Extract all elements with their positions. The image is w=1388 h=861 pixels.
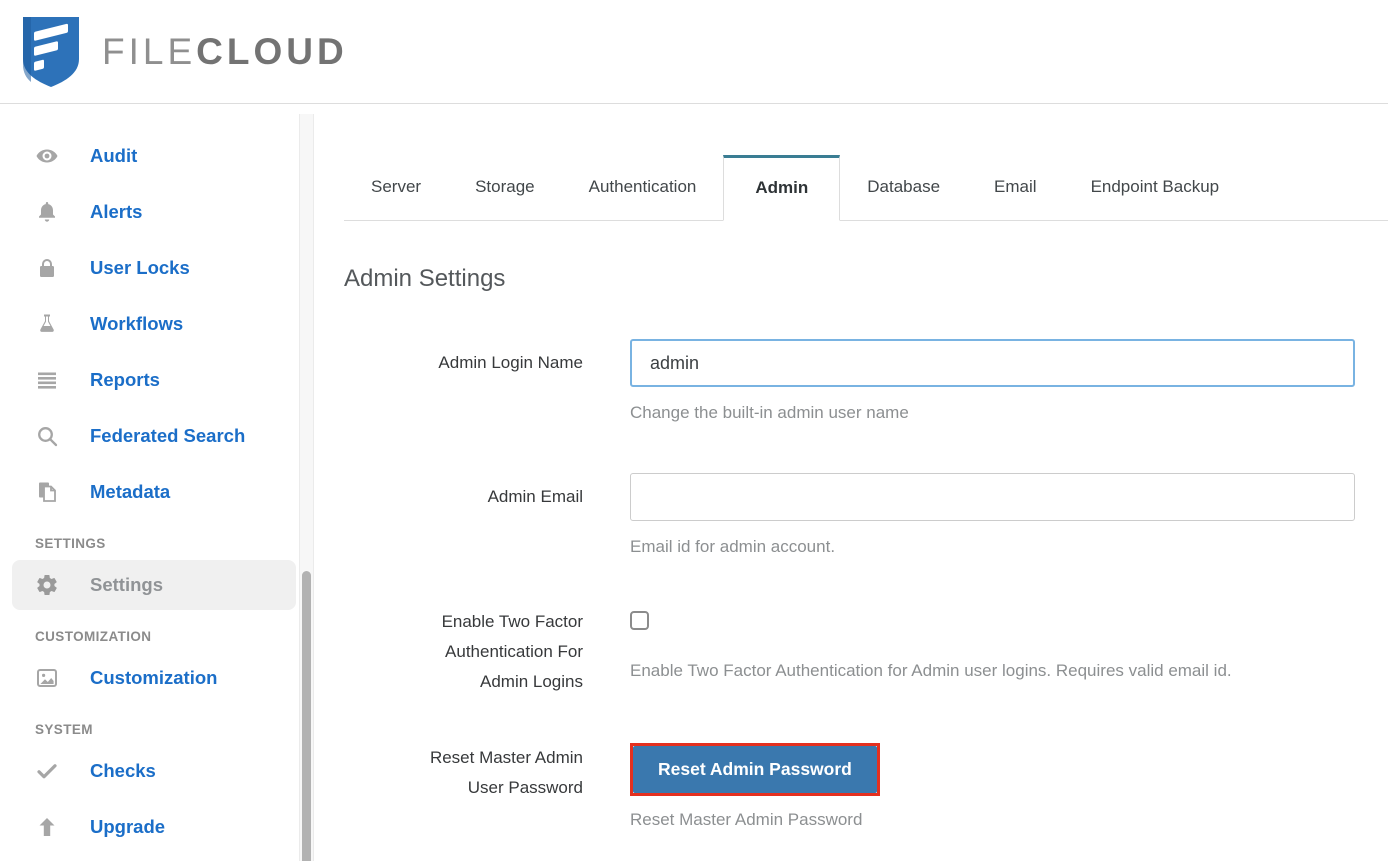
reset-password-label: Reset Master Admin User Password xyxy=(429,748,583,797)
sidebar-item-metadata[interactable]: Metadata xyxy=(0,464,320,520)
filecloud-logo: FILE CLOUD xyxy=(20,14,348,90)
admin-login-name-help: Change the built-in admin user name xyxy=(630,403,909,422)
arrow-up-icon xyxy=(35,815,59,839)
sidebar-item-label: Settings xyxy=(90,574,163,595)
sidebar-item-label: Checks xyxy=(90,760,156,781)
flask-icon xyxy=(35,312,59,336)
sidebar-item-label: Workflows xyxy=(90,313,184,334)
eye-icon xyxy=(35,144,59,168)
sidebar-item-label: Metadata xyxy=(90,481,171,502)
sidebar-section-settings: SETTINGS xyxy=(35,536,106,551)
reset-admin-password-button[interactable]: Reset Admin Password xyxy=(633,746,877,793)
main-content: Server Storage Authentication Admin Data… xyxy=(320,104,1388,861)
bell-icon xyxy=(35,200,59,224)
sidebar-section-customization: CUSTOMIZATION xyxy=(35,629,152,644)
brand-text-light: FILE xyxy=(102,30,197,72)
sidebar-scrollbar-thumb[interactable] xyxy=(302,571,311,861)
sidebar-item-label: User Locks xyxy=(90,257,190,278)
gear-icon xyxy=(35,573,59,597)
admin-login-name-input[interactable] xyxy=(630,339,1355,387)
brand-text-bold: CLOUD xyxy=(196,30,348,72)
sidebar-item-checks[interactable]: Checks xyxy=(0,743,320,799)
tab-authentication[interactable]: Authentication xyxy=(562,155,724,220)
sidebar-item-label: Upgrade xyxy=(90,816,166,837)
admin-login-name-label: Admin Login Name xyxy=(438,353,583,372)
sidebar-item-customization[interactable]: Customization xyxy=(0,650,320,706)
tab-admin[interactable]: Admin xyxy=(723,155,841,221)
image-icon xyxy=(35,666,59,690)
admin-email-input[interactable] xyxy=(630,473,1355,521)
lock-icon xyxy=(35,256,59,280)
sidebar-item-federated-search[interactable]: Federated Search xyxy=(0,408,320,464)
settings-tabs: Server Storage Authentication Admin Data… xyxy=(344,155,1388,221)
filecloud-shield-icon xyxy=(20,14,82,90)
sidebar: Audit Alerts User Locks Workflows Report… xyxy=(0,104,320,861)
sidebar-item-settings[interactable]: Settings xyxy=(12,560,296,610)
list-icon xyxy=(35,368,59,392)
sidebar-item-upgrade[interactable]: Upgrade xyxy=(0,799,320,855)
sidebar-scrollbar-track[interactable] xyxy=(299,114,314,861)
tab-email[interactable]: Email xyxy=(967,155,1064,220)
sidebar-item-workflows[interactable]: Workflows xyxy=(0,296,320,352)
tab-endpoint-backup[interactable]: Endpoint Backup xyxy=(1064,155,1247,220)
two-factor-help: Enable Two Factor Authentication for Adm… xyxy=(630,661,1232,680)
sidebar-item-audit[interactable]: Audit xyxy=(0,128,320,184)
search-icon xyxy=(35,424,59,448)
sidebar-item-label: Customization xyxy=(90,667,218,688)
two-factor-label: Enable Two Factor Authentication For Adm… xyxy=(441,612,583,691)
page-title: Admin Settings xyxy=(344,265,506,292)
sidebar-item-label: Alerts xyxy=(90,201,143,222)
tab-storage[interactable]: Storage xyxy=(448,155,562,220)
two-factor-checkbox[interactable] xyxy=(630,611,649,630)
reset-password-help: Reset Master Admin Password xyxy=(630,810,863,829)
form-row-two-factor: Enable Two Factor Authentication For Adm… xyxy=(344,607,1388,697)
sidebar-item-alerts[interactable]: Alerts xyxy=(0,184,320,240)
form-row-admin-email: Admin Email Email id for admin account. xyxy=(344,473,1388,561)
form-row-admin-login-name: Admin Login Name Change the built-in adm… xyxy=(344,339,1388,427)
sidebar-item-reports[interactable]: Reports xyxy=(0,352,320,408)
tab-server[interactable]: Server xyxy=(344,155,448,220)
sidebar-item-label: Audit xyxy=(90,145,138,166)
admin-settings-form: Admin Login Name Change the built-in adm… xyxy=(344,339,1388,834)
tab-database[interactable]: Database xyxy=(840,155,967,220)
sidebar-item-label: Reports xyxy=(90,369,160,390)
copy-icon xyxy=(35,480,59,504)
app-header: FILE CLOUD xyxy=(0,0,1388,104)
form-row-reset-password: Reset Master Admin User Password Reset A… xyxy=(344,743,1388,834)
sidebar-item-label: Federated Search xyxy=(90,425,246,446)
admin-email-label: Admin Email xyxy=(487,487,583,506)
highlight-annotation-box: Reset Admin Password xyxy=(630,743,880,796)
sidebar-section-system: SYSTEM xyxy=(35,722,93,737)
check-icon xyxy=(35,759,59,783)
brand-text: FILE CLOUD xyxy=(102,31,348,73)
admin-email-help: Email id for admin account. xyxy=(630,537,836,556)
sidebar-item-user-locks[interactable]: User Locks xyxy=(0,240,320,296)
